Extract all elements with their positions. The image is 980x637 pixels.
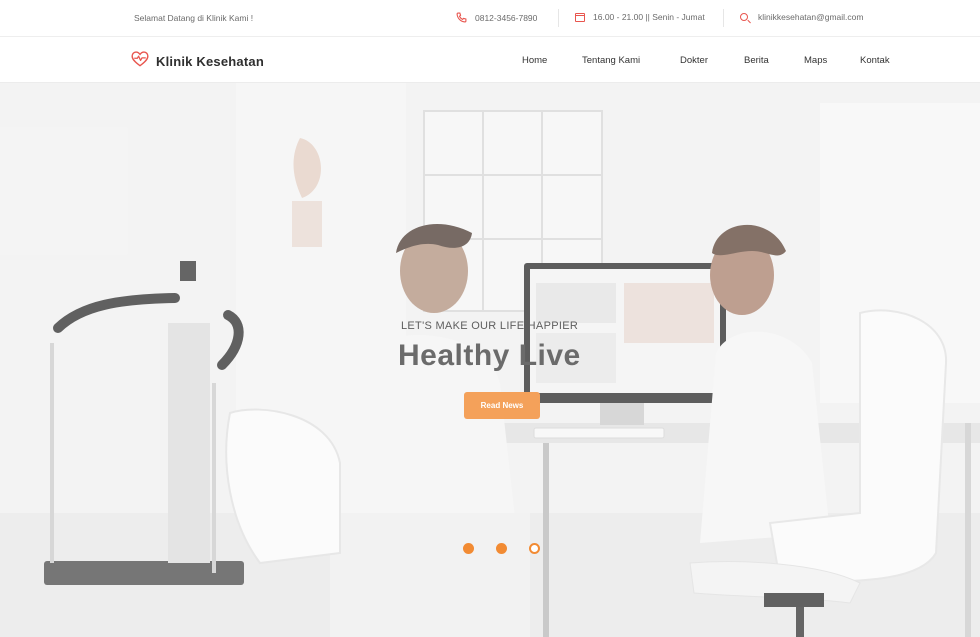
top-info-bar: Selamat Datang di Klinik Kami ! 0812-345… xyxy=(0,0,980,37)
heart-pulse-icon xyxy=(131,51,149,72)
contact-phone[interactable]: 0812-3456-7890 xyxy=(456,12,537,23)
main-navbar: Klinik Kesehatan Home Tentang Kami Dokte… xyxy=(0,37,980,83)
opening-hours: 16.00 - 21.00 || Senin - Jumat xyxy=(575,12,705,22)
slider-dot-2[interactable] xyxy=(496,543,507,554)
nav-kontak[interactable]: Kontak xyxy=(860,55,890,66)
nav-tentang-kami[interactable]: Tentang Kami xyxy=(582,55,640,66)
hero-headline: Healthy Live xyxy=(398,339,581,372)
contact-email[interactable]: klinikkesehatan@gmail.com xyxy=(740,12,863,22)
slider-pagination xyxy=(463,543,540,554)
phone-icon xyxy=(456,12,467,23)
phone-text: 0812-3456-7890 xyxy=(475,12,538,23)
slider-dot-3[interactable] xyxy=(529,543,540,554)
hero-slider: LET'S MAKE OUR LIFE HAPPIER Healthy Live… xyxy=(0,83,980,637)
calendar-icon xyxy=(575,12,585,22)
email-text: klinikkesehatan@gmail.com xyxy=(758,12,864,22)
nav-home[interactable]: Home xyxy=(522,55,547,66)
search-icon xyxy=(740,13,748,21)
nav-berita[interactable]: Berita xyxy=(744,55,769,66)
divider xyxy=(558,9,559,27)
hours-text: 16.00 - 21.00 || Senin - Jumat xyxy=(593,12,705,22)
brand-name: Klinik Kesehatan xyxy=(156,54,264,69)
divider xyxy=(723,9,724,27)
brand-logo[interactable]: Klinik Kesehatan xyxy=(131,51,264,72)
read-news-button[interactable]: Read News xyxy=(464,392,540,419)
nav-maps[interactable]: Maps xyxy=(804,55,827,66)
slider-dot-1[interactable] xyxy=(463,543,474,554)
welcome-text: Selamat Datang di Klinik Kami ! xyxy=(134,13,254,23)
nav-dokter[interactable]: Dokter xyxy=(680,55,708,66)
hero-eyebrow: LET'S MAKE OUR LIFE HAPPIER xyxy=(401,320,579,332)
